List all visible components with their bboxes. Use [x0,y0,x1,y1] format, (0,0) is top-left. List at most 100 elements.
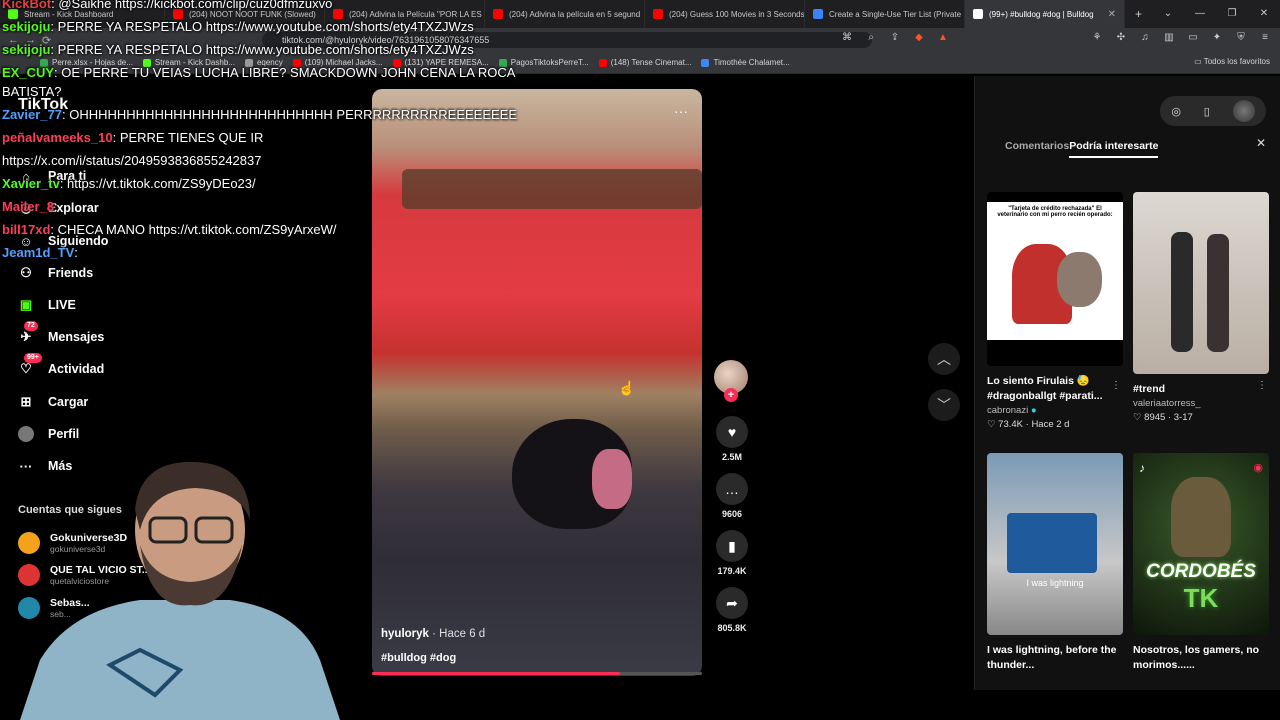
video-scene-table [402,169,702,209]
more-vertical-icon[interactable]: ⋮ [1111,380,1121,391]
vpn-icon[interactable]: ⛨ [1234,32,1248,43]
video-thumbnail: "Tarjeta de crédito rechazada" El veteri… [987,192,1123,366]
tab-might-interest[interactable]: Podría interesarte [1069,140,1159,158]
comment-icon: … [716,473,748,505]
user-avatar[interactable] [1232,100,1255,122]
browser-tab[interactable]: (204) Adivina la película en 5 segund [485,0,645,28]
shirt [20,600,340,720]
puzzle-icon[interactable]: ✣ [1114,32,1128,43]
close-icon[interactable]: ✕ [1256,136,1266,150]
nav-activity[interactable]: ♡ 99+ Actividad [18,353,105,377]
live-icon: ▣ [19,297,33,312]
toolbar-icons: ⌘ ⌕ ⇪ ◆ ▲ ⚘ ✣ ♫ ▥ ▭ ✦ ⛨ ≡ [840,32,1272,43]
video-scene-harness [592,449,632,509]
nav-profile[interactable]: Perfil [18,426,79,442]
video-player[interactable]: ··· hyuloryk · Hace 6 d #bulldog #dog [372,89,702,676]
author-name: hyuloryk [381,628,429,640]
video-thumbnail: I was lightning [987,453,1123,635]
chat-username: Mailer_8 [2,199,55,214]
card-caption: I was lightning, before the thunder... [987,644,1117,671]
bookmark-icon: ▮ [716,530,748,562]
side-panel: ◎ ▯ Comentarios Podría interesarte ✕ "Ta… [974,76,1280,690]
tab-comments[interactable]: Comentarios [1005,140,1069,158]
dropdown-icon[interactable]: ⌄ [1152,0,1184,28]
media-icon[interactable]: ♫ [1138,32,1152,43]
rewards-icon[interactable]: ▲ [936,32,950,43]
extension-icon[interactable]: ⚘ [1090,32,1104,43]
tab-label: (204) Guess 100 Movies in 3 Seconds [669,9,805,19]
leo-icon[interactable]: ✦ [1210,32,1224,43]
browser-tab[interactable]: Create a Single-Use Tier List (Private [805,0,965,28]
chat-message: bill17xd: CHECA MANO https://vt.tiktok.c… [2,218,336,241]
like-button[interactable]: ♥ 2.5M [712,416,752,462]
nav-label: Perfil [48,427,80,441]
youtube-icon [598,58,607,67]
next-video-button[interactable]: ﹀ [928,389,960,421]
new-tab-icon[interactable]: + [1125,7,1142,21]
zoom-icon[interactable]: ⌕ [864,32,878,43]
video-progress-bar[interactable] [372,672,702,675]
brave-shield-icon[interactable]: ◆ [912,32,926,43]
nav-label: Actividad [48,362,105,376]
suggested-video-card[interactable]: ♪ ◉ CORDOBÉS TK Nosotros, los gamers, no… [1133,453,1269,673]
close-window-icon[interactable]: ✕ [1248,0,1280,28]
nav-upload[interactable]: ⊞ Cargar [18,394,89,410]
share-icon[interactable]: ⇪ [888,32,902,43]
chat-username: sekijoju [2,19,51,34]
bookmark-item[interactable]: (148) Tense Cinemat... [598,58,692,67]
dancer-figure [1171,232,1193,352]
bookmark-label: (148) Tense Cinemat... [610,58,692,67]
prev-video-button[interactable]: ︿ [928,343,960,375]
video-more-icon[interactable]: ··· [674,103,688,119]
suggested-video-card[interactable]: I was lightning I was lightning, before … [987,453,1123,673]
bookmark-item[interactable]: Timothée Chalamet... [701,58,790,67]
chevron-up-icon: ︿ [937,351,951,367]
message-icon: ✈ 72 [18,321,38,345]
browser-tab-active[interactable]: (99+) #bulldog #dog | Bulldog ✕ [965,0,1125,28]
comment-count: 9606 [721,509,743,519]
video-hashtags[interactable]: #bulldog #dog [381,652,456,664]
compass-icon[interactable]: ◎ [1171,105,1181,118]
browser-tab[interactable]: (204) Guess 100 Movies in 3 Seconds [645,0,805,28]
tiktok-watermark-icon: ♪ [1139,461,1145,475]
like-count: 73.4K [998,419,1023,430]
nav-messages[interactable]: ✈ 72 Mensajes [18,321,104,345]
nav-live[interactable]: ▣ LIVE [18,297,76,313]
heart-outline-icon: ♡ [1133,412,1142,423]
maximize-icon[interactable]: ❐ [1216,0,1248,28]
suggested-video-card[interactable]: "Tarjeta de crédito rechazada" El veteri… [987,192,1123,430]
meme-dog [1057,252,1102,307]
soldier-figure [1171,477,1231,557]
chat-username: Xavier_tv [2,176,60,191]
card-meta: ♡ 8945 · 3-17 [1133,412,1269,423]
share-count: 805.8K [717,623,747,633]
save-button[interactable]: ▮ 179.4K [712,530,752,576]
activity-icon: ♡ 99+ [18,353,42,377]
chat-text: BATISTA? [2,84,62,99]
follow-plus-icon[interactable]: + [724,388,738,402]
chat-text: : [74,245,78,260]
minimize-icon[interactable]: — [1184,0,1216,28]
card-meta: ♡ 73.4K · Hace 2 d [987,419,1123,430]
chat-text: : PERRE YA RESPETALO https://www.youtube… [50,42,474,57]
sidebar-icon[interactable]: ▥ [1162,32,1176,43]
video-author[interactable]: hyuloryk · Hace 6 d [381,628,485,640]
chat-text: : PERRE YA RESPETALO https://www.youtube… [50,19,474,34]
comment-button[interactable]: … 9606 [712,473,752,519]
close-tab-icon[interactable]: ✕ [1108,9,1116,20]
dancer-figure [1207,234,1229,352]
translate-icon[interactable]: ⌘ [840,32,854,43]
more-vertical-icon[interactable]: ⋮ [1257,380,1267,391]
card-author: valeriaatorress_ [1133,398,1201,409]
all-bookmarks[interactable]: ▭ Todos los favoritos [1194,57,1270,66]
wallet-icon[interactable]: ▭ [1186,32,1200,43]
heart-outline-icon: ♡ [987,419,996,430]
chat-username: KickBot [2,0,52,11]
chat-message: Zavier_77: OHHHHHHHHHHHHHHHHHHHHHHHHHHH … [2,103,517,126]
suggested-video-card[interactable]: #trend valeriaatorress_ ♡ 8945 · 3-17 ⋮ [1133,192,1269,423]
nav-friends[interactable]: ⚇ Friends [18,265,93,281]
bookmark-label: Timothée Chalamet... [713,58,790,67]
phone-icon[interactable]: ▯ [1204,105,1210,118]
menu-icon[interactable]: ≡ [1258,32,1272,43]
share-button[interactable]: ➦ 805.8K [712,587,752,633]
